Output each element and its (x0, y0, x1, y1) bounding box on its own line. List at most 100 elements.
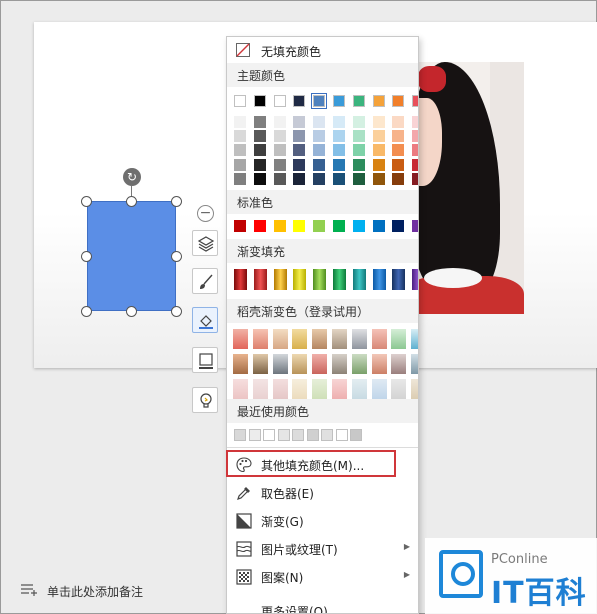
standard-color-swatch[interactable] (293, 220, 306, 232)
standard-color-swatch[interactable] (372, 220, 385, 232)
theme-shade-swatch[interactable] (372, 172, 385, 185)
docer-gradient-swatch[interactable] (252, 379, 268, 399)
resize-handle-top-right[interactable] (171, 196, 182, 207)
docer-gradient-swatch[interactable] (371, 354, 387, 374)
theme-shade-swatch[interactable] (313, 116, 326, 128)
theme-shade-swatch[interactable] (273, 130, 286, 143)
theme-shade-swatch[interactable] (293, 130, 306, 143)
gradient-fill-swatch[interactable] (234, 269, 247, 290)
theme-shade-swatch[interactable] (333, 130, 345, 143)
gradient-fill-swatch[interactable] (372, 269, 386, 290)
theme-shade-swatch[interactable] (352, 158, 365, 171)
docer-gradient-swatch[interactable] (233, 379, 248, 399)
resize-handle-right[interactable] (171, 251, 182, 262)
pattern-item[interactable]: 图案(N) ▶ (227, 563, 418, 591)
resize-handle-bottom-left[interactable] (81, 306, 92, 317)
docer-gradient-swatch[interactable] (411, 354, 418, 374)
docer-gradient-swatch[interactable] (411, 329, 418, 349)
gradient-fill-swatch[interactable] (253, 269, 267, 290)
docer-gradient-swatch[interactable] (272, 379, 288, 399)
no-fill-item[interactable]: 无填充颜色 (227, 37, 418, 65)
resize-handle-top[interactable] (126, 196, 137, 207)
theme-shade-swatch[interactable] (412, 116, 418, 128)
docer-gradient-swatch[interactable] (292, 329, 308, 349)
standard-color-swatch[interactable] (392, 220, 405, 232)
gradient-fill-swatch[interactable] (273, 269, 287, 290)
docer-gradient-swatch[interactable] (312, 354, 328, 374)
recent-color-swatch[interactable] (263, 429, 275, 441)
theme-shade-swatch[interactable] (392, 130, 405, 143)
docer-gradient-swatch[interactable] (252, 329, 268, 349)
theme-shade-swatch[interactable] (372, 116, 385, 128)
recent-color-swatch[interactable] (277, 429, 290, 441)
standard-color-swatch[interactable] (253, 220, 266, 232)
standard-color-swatch[interactable] (352, 220, 365, 232)
theme-shade-swatch[interactable] (253, 158, 266, 171)
docer-gradient-swatch[interactable] (391, 354, 407, 374)
recent-color-swatch[interactable] (321, 429, 333, 441)
docer-gradient-swatch[interactable] (233, 354, 248, 374)
slide-photo[interactable] (404, 62, 524, 314)
shape-fill-button[interactable] (192, 307, 218, 333)
theme-shade-swatch[interactable] (293, 172, 306, 185)
docer-gradient-swatch[interactable] (371, 379, 387, 399)
docer-gradient-swatch[interactable] (351, 354, 367, 374)
theme-shade-swatch[interactable] (352, 116, 365, 128)
theme-shade-swatch[interactable] (392, 172, 405, 185)
standard-color-swatch[interactable] (273, 220, 286, 232)
standard-color-swatch[interactable] (333, 220, 345, 232)
theme-shade-swatch[interactable] (412, 158, 418, 171)
theme-shade-swatch[interactable] (273, 172, 286, 185)
layers-button[interactable] (192, 230, 218, 256)
theme-shade-swatch[interactable] (273, 116, 286, 128)
theme-color-swatch[interactable] (234, 95, 246, 107)
theme-shade-swatch[interactable] (234, 130, 246, 143)
theme-shade-swatch[interactable] (412, 144, 418, 157)
collapse-toolbar-button[interactable]: − (197, 205, 214, 222)
docer-gradient-swatch[interactable] (332, 354, 347, 374)
theme-shade-swatch[interactable] (392, 158, 405, 171)
theme-shade-swatch[interactable] (372, 130, 385, 143)
recent-color-swatch[interactable] (350, 429, 362, 441)
theme-shade-swatch[interactable] (313, 130, 326, 143)
recent-color-swatch[interactable] (306, 429, 319, 441)
theme-shade-swatch[interactable] (313, 158, 326, 171)
theme-color-swatch[interactable] (253, 95, 266, 107)
gradient-fill-swatch[interactable] (392, 269, 406, 290)
docer-gradient-swatch[interactable] (272, 354, 288, 374)
picture-texture-item[interactable]: 图片或纹理(T) ▶ (227, 535, 418, 563)
standard-color-swatch[interactable] (234, 220, 246, 232)
theme-shade-swatch[interactable] (392, 116, 405, 128)
theme-color-swatch[interactable] (392, 95, 405, 107)
recent-color-swatch[interactable] (234, 429, 246, 441)
docer-gradient-swatch[interactable] (411, 379, 418, 399)
theme-color-swatch[interactable] (372, 95, 385, 107)
theme-shade-swatch[interactable] (313, 144, 326, 157)
resize-handle-bottom-right[interactable] (171, 306, 182, 317)
theme-shade-swatch[interactable] (352, 144, 365, 157)
docer-gradient-swatch[interactable] (233, 329, 248, 349)
gradient-fill-swatch[interactable] (313, 269, 327, 290)
selected-rectangle-shape[interactable] (87, 201, 176, 311)
recent-color-swatch[interactable] (335, 429, 348, 441)
theme-shade-swatch[interactable] (253, 172, 266, 185)
docer-gradient-swatch[interactable] (332, 379, 347, 399)
theme-color-swatch[interactable] (293, 95, 306, 107)
docer-gradient-swatch[interactable] (351, 379, 367, 399)
theme-shade-swatch[interactable] (293, 144, 306, 157)
notes-bar[interactable]: 单击此处添加备注 (1, 576, 261, 606)
theme-shade-swatch[interactable] (253, 130, 266, 143)
recent-color-swatch[interactable] (292, 429, 304, 441)
theme-shade-swatch[interactable] (313, 172, 326, 185)
theme-shade-swatch[interactable] (372, 144, 385, 157)
gradient-item[interactable]: 渐变(G) (227, 507, 418, 535)
theme-shade-swatch[interactable] (273, 144, 286, 157)
gradient-fill-swatch[interactable] (333, 269, 346, 290)
theme-shade-swatch[interactable] (412, 130, 418, 143)
theme-shade-swatch[interactable] (293, 158, 306, 171)
theme-shade-swatch[interactable] (234, 144, 246, 157)
gradient-fill-swatch[interactable] (352, 269, 366, 290)
theme-shade-swatch[interactable] (412, 172, 418, 185)
docer-gradient-swatch[interactable] (292, 379, 308, 399)
docer-gradient-swatch[interactable] (312, 329, 328, 349)
